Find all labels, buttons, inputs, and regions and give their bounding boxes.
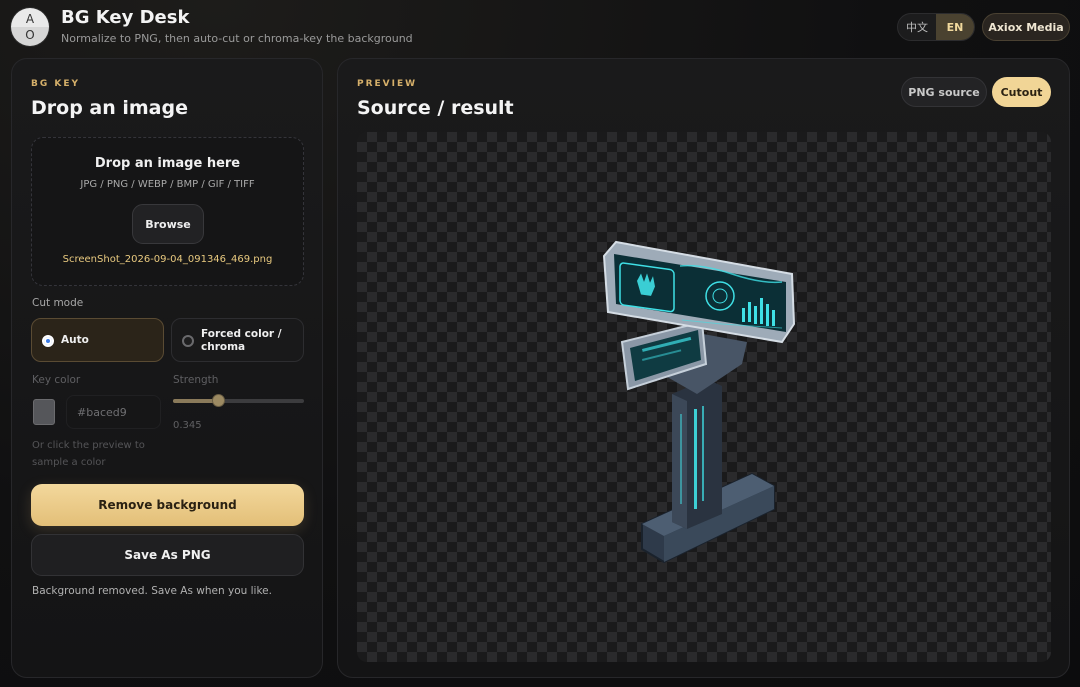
radio-unselected-icon[interactable] bbox=[182, 335, 194, 347]
kiosk-terminal-image bbox=[602, 240, 796, 564]
preview-eyebrow: PREVIEW bbox=[357, 79, 418, 89]
save-png-button[interactable]: Save As PNG bbox=[31, 534, 304, 576]
mode-forced-label: Forced color / chroma bbox=[201, 328, 282, 353]
mode-auto-option[interactable]: Auto bbox=[31, 318, 164, 362]
mode-auto-label: Auto bbox=[61, 334, 89, 346]
png-source-button[interactable]: PNG source bbox=[901, 77, 987, 107]
app-window: A O BG Key Desk Normalize to PNG, then a… bbox=[0, 0, 1080, 687]
radio-selected-icon[interactable] bbox=[42, 335, 54, 347]
key-color-label: Key color bbox=[32, 374, 81, 386]
brand-avatar: A O bbox=[11, 8, 49, 46]
strength-slider-thumb[interactable] bbox=[212, 394, 226, 407]
panel-title: Drop an image bbox=[31, 97, 188, 119]
mode-forced-option[interactable]: Forced color / chroma bbox=[171, 318, 304, 362]
avatar-letter-top: A bbox=[25, 12, 35, 26]
strength-slider[interactable] bbox=[173, 394, 304, 407]
key-color-swatch[interactable] bbox=[33, 399, 55, 425]
strength-value: 0.345 bbox=[173, 420, 202, 431]
preview-title: Source / result bbox=[357, 97, 514, 119]
remove-background-button[interactable]: Remove background bbox=[31, 484, 304, 526]
cut-mode-label: Cut mode bbox=[32, 297, 84, 309]
section-eyebrow: BG KEY bbox=[31, 79, 81, 89]
lang-en-button[interactable]: EN bbox=[936, 14, 974, 40]
browse-button[interactable]: Browse bbox=[132, 204, 204, 244]
header: A O BG Key Desk Normalize to PNG, then a… bbox=[0, 0, 1080, 56]
sample-hint: Or click the preview to sample a color bbox=[32, 440, 145, 468]
app-subtitle: Normalize to PNG, then auto-cut or chrom… bbox=[61, 32, 413, 45]
brand-button[interactable]: Axiox Media bbox=[982, 13, 1070, 41]
dropzone-title: Drop an image here bbox=[94, 156, 241, 171]
cutout-button[interactable]: Cutout bbox=[992, 77, 1051, 107]
preview-canvas[interactable] bbox=[357, 132, 1051, 662]
avatar-letter-bottom: O bbox=[25, 28, 35, 42]
status-text: Background removed. Save As when you lik… bbox=[32, 585, 272, 597]
lang-zh-button[interactable]: 中文 bbox=[898, 14, 936, 40]
key-color-input[interactable] bbox=[66, 395, 161, 429]
preview-panel: PREVIEW Source / result PNG source Cutou… bbox=[337, 58, 1070, 678]
dropzone[interactable]: Drop an image here JPG / PNG / WEBP / BM… bbox=[31, 137, 304, 286]
app-title: BG Key Desk bbox=[61, 7, 190, 28]
controls-panel: BG KEY Drop an image Drop an image here … bbox=[11, 58, 323, 678]
dropzone-formats: JPG / PNG / WEBP / BMP / GIF / TIFF bbox=[80, 179, 255, 190]
strength-label: Strength bbox=[173, 374, 219, 386]
selected-filename: ScreenShot_2026-09-04_091346_469.png bbox=[62, 254, 273, 265]
language-toggle: 中文 EN bbox=[897, 13, 975, 41]
